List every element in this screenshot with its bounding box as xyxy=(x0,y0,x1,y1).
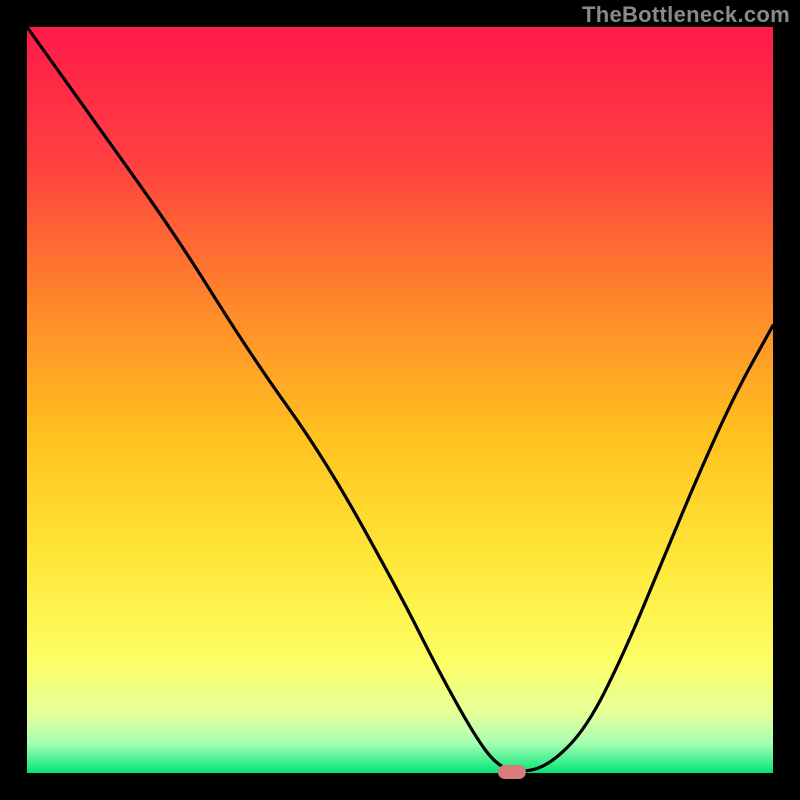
chart-svg xyxy=(0,0,800,800)
plot-background xyxy=(27,27,773,773)
min-marker xyxy=(498,765,526,779)
chart-frame: TheBottleneck.com xyxy=(0,0,800,800)
